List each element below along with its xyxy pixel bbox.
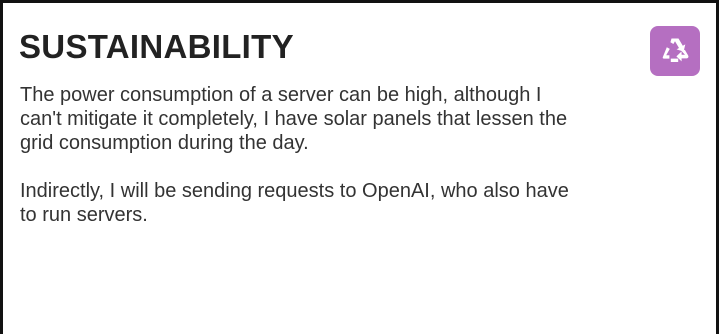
paragraph-power-consumption: The power consumption of a server can be…	[20, 84, 568, 154]
paragraph-openai-servers: Indirectly, I will be sending requests t…	[20, 180, 569, 226]
recycle-icon	[662, 38, 689, 62]
section-body: The power consumption of a server can be…	[20, 83, 580, 251]
icon-badge	[650, 26, 700, 76]
section-title: SUSTAINABILITY	[19, 28, 294, 65]
sustainability-card: SUSTAINABILITY The power consumption of …	[0, 0, 719, 334]
